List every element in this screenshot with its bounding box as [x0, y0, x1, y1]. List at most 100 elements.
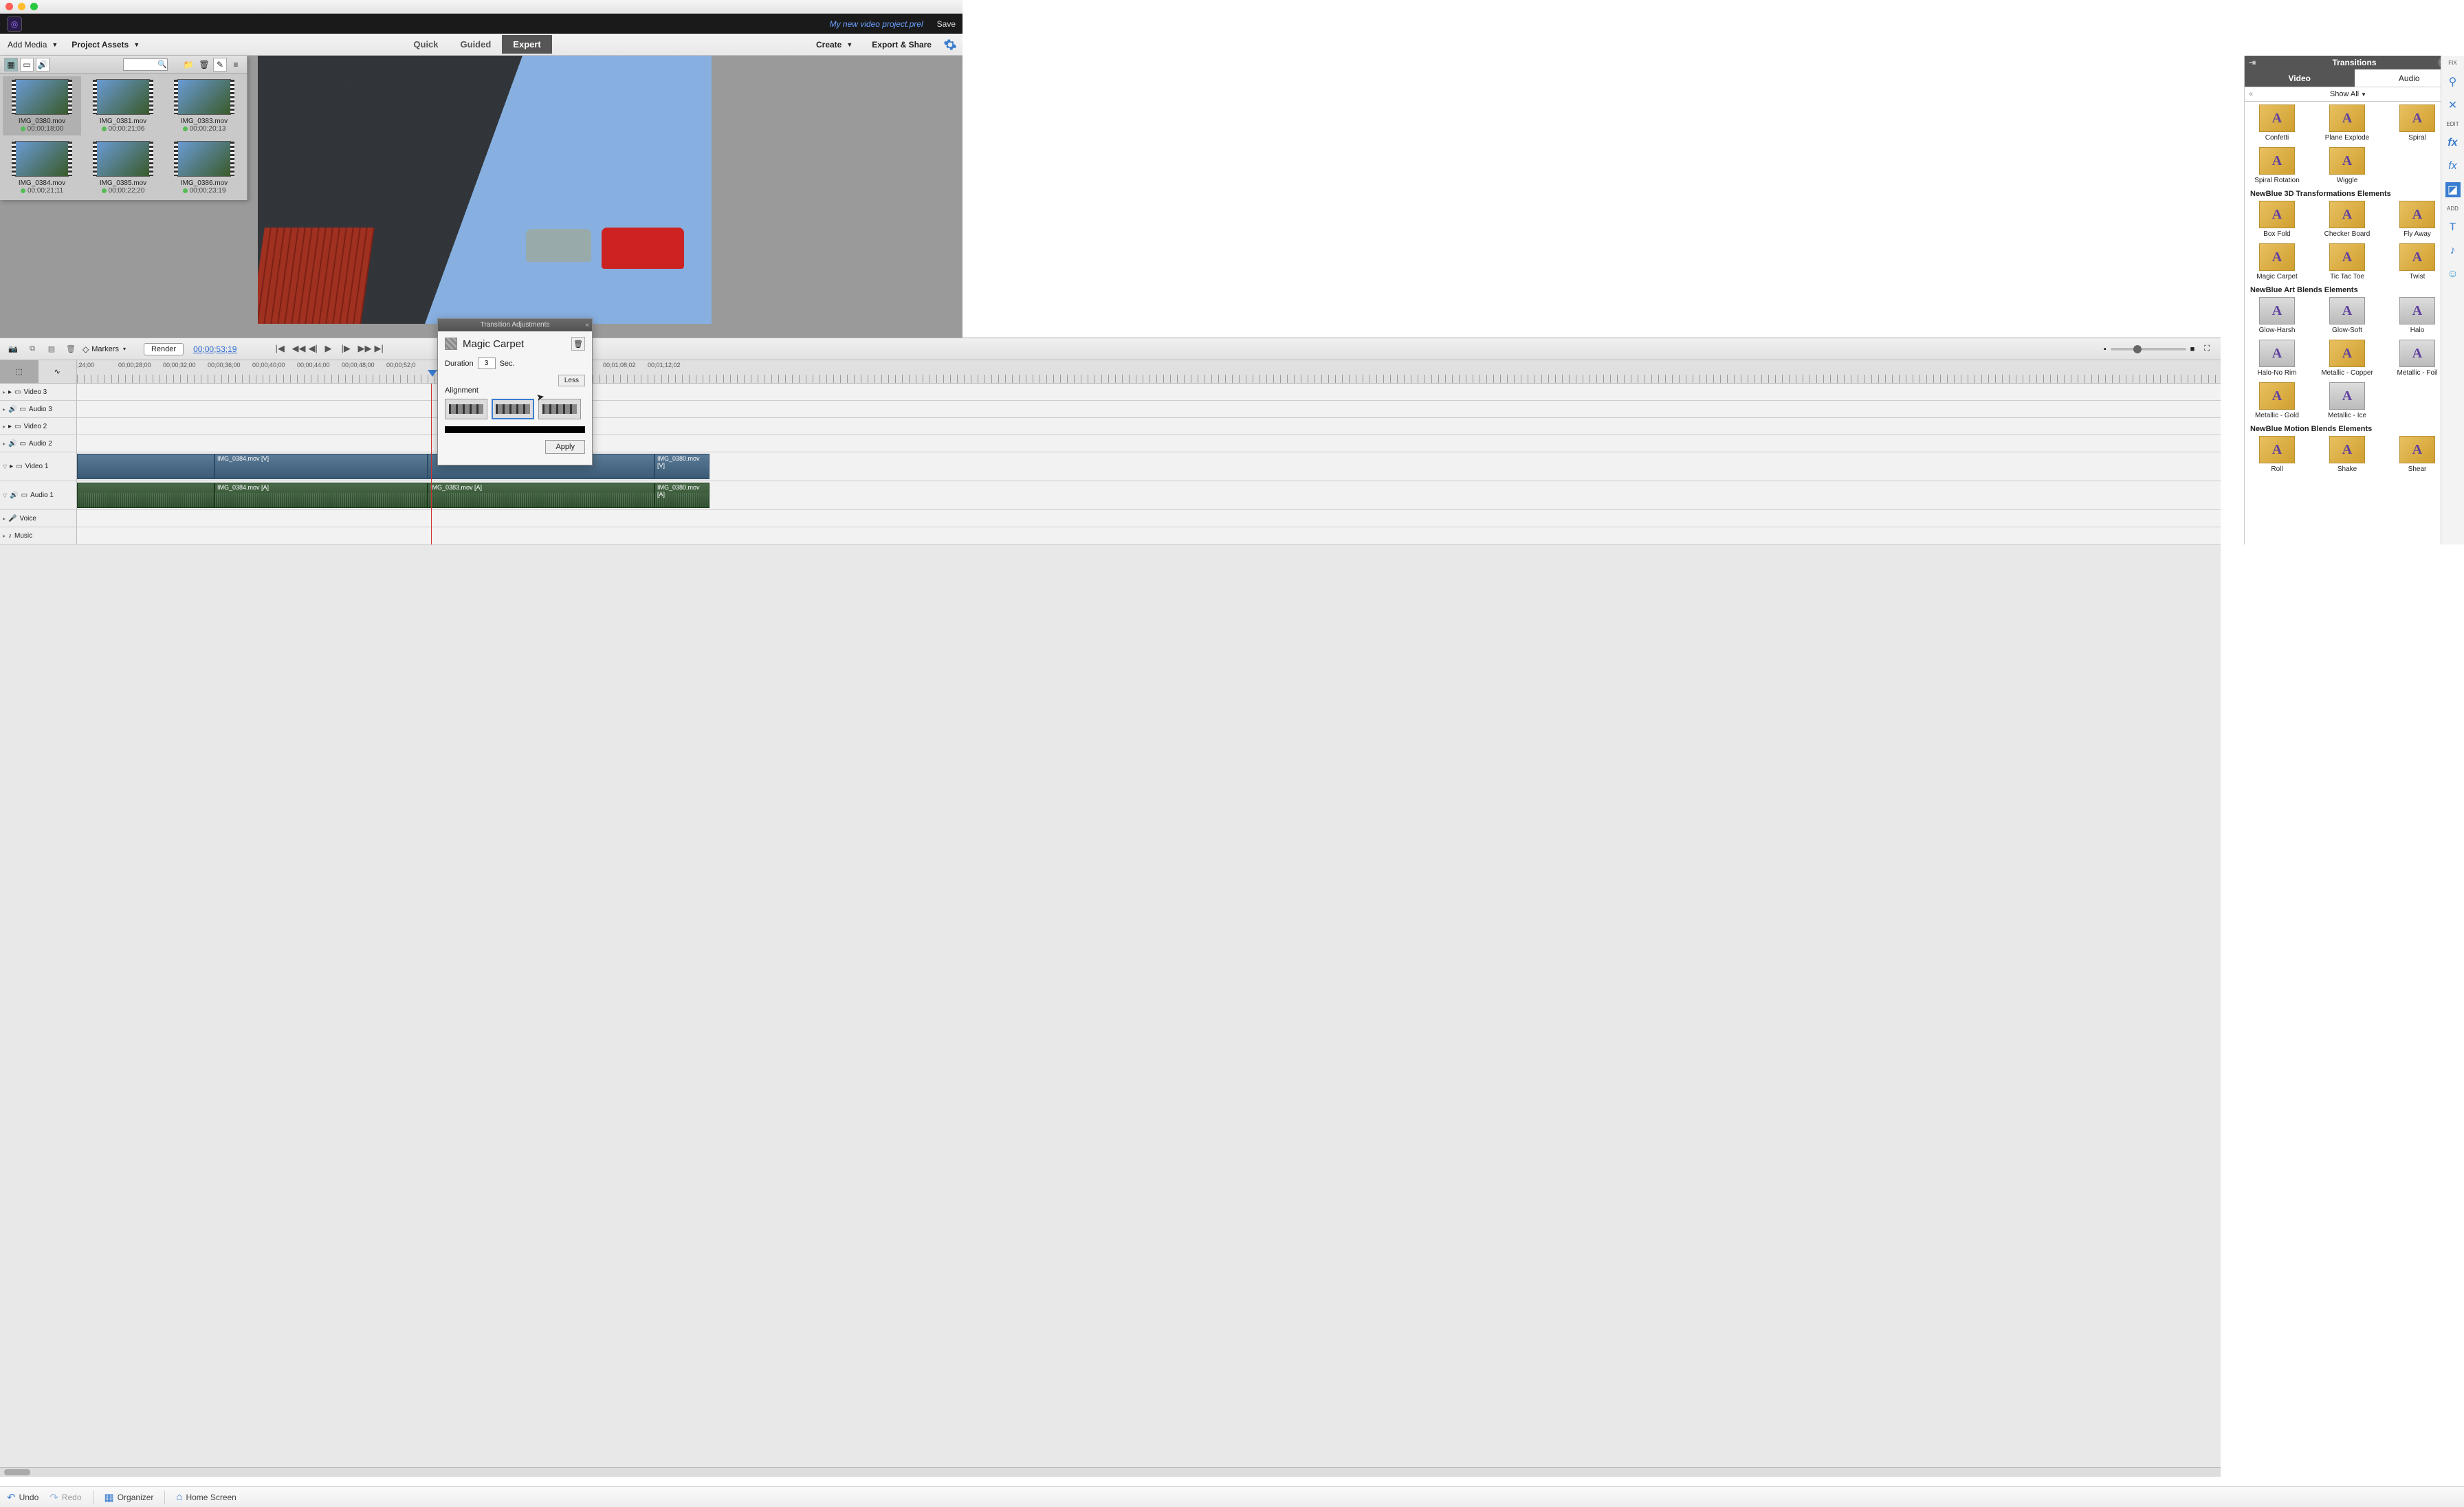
assets-search-icon[interactable]: 🔍: [157, 60, 167, 69]
assets-wand-icon[interactable]: ✎: [213, 58, 227, 72]
minimize-window-icon[interactable]: [18, 3, 25, 10]
render-button[interactable]: Render: [144, 343, 184, 355]
goto-end-icon[interactable]: ▶|: [374, 343, 386, 355]
panel-expand-icon[interactable]: ⇥: [2249, 58, 2256, 67]
project-assets-panel: ▦ ▭ 🔊 🔍 📁 🗑 ✎ ≡ IMG_0380.mov 00;00;18;00…: [0, 56, 248, 200]
transition-swatch: A: [2329, 340, 2365, 367]
transition-item[interactable]: AMetallic - Copper: [2320, 340, 2374, 377]
dialog-close-icon[interactable]: ×: [585, 320, 589, 332]
zoom-in-icon[interactable]: ■: [2190, 345, 2195, 353]
preview-canvas[interactable]: [258, 56, 712, 324]
strip-fx2-icon[interactable]: fx: [2445, 159, 2461, 174]
mode-guided[interactable]: Guided: [450, 35, 503, 54]
transition-item[interactable]: ASpiral: [2390, 104, 2444, 142]
ruler-mode-time-icon[interactable]: ⬚: [0, 360, 38, 383]
zoom-window-icon[interactable]: [30, 3, 38, 10]
strip-titles-icon[interactable]: T: [2445, 220, 2461, 235]
transition-item[interactable]: AMagic Carpet: [2250, 243, 2304, 280]
strip-adjust-icon[interactable]: ⚲: [2445, 74, 2461, 89]
assets-trash-icon[interactable]: 🗑: [197, 58, 211, 72]
current-timecode[interactable]: 00;00;53;19: [193, 344, 236, 354]
strip-fx-icon[interactable]: fx: [2445, 135, 2461, 151]
transition-item[interactable]: ARoll: [2250, 436, 2304, 473]
transition-delete-icon[interactable]: 🗑: [571, 337, 585, 351]
tab-video[interactable]: Video: [2245, 69, 2355, 87]
settings-gear-icon[interactable]: [943, 38, 957, 52]
redo-button[interactable]: ↷Redo: [50, 1491, 81, 1504]
duration-input[interactable]: [478, 358, 496, 369]
asset-clip[interactable]: IMG_0384.mov 00;00;21;11: [3, 138, 81, 197]
project-assets-button[interactable]: Project Assets▼: [65, 36, 146, 53]
transition-item[interactable]: AChecker Board: [2320, 201, 2374, 238]
transition-item[interactable]: AMetallic - Gold: [2250, 382, 2304, 419]
asset-clip[interactable]: IMG_0383.mov 00;00;20;13: [165, 76, 243, 135]
duplicate-icon[interactable]: ⧉: [25, 342, 40, 357]
transition-category: NewBlue 3D Transformations Elements: [2250, 190, 2458, 198]
mode-quick[interactable]: Quick: [402, 35, 449, 54]
align-center-option[interactable]: [492, 399, 534, 419]
strip-tools-icon[interactable]: ✕: [2445, 98, 2461, 113]
transitions-list[interactable]: AConfetti APlane Explode ASpiral ASpiral Ro…: [2245, 102, 2464, 544]
add-media-button[interactable]: Add Media▼: [1, 36, 64, 53]
asset-clip[interactable]: IMG_0386.mov 00;00;23;19: [165, 138, 243, 197]
timeline-trash-icon[interactable]: 🗑: [63, 342, 78, 357]
assets-folder-icon[interactable]: 📁: [182, 58, 195, 72]
create-button[interactable]: Create▼: [810, 36, 859, 53]
transition-item[interactable]: AFly Away: [2390, 201, 2444, 238]
transition-item[interactable]: ABox Fold: [2250, 201, 2304, 238]
zoom-slider[interactable]: [2111, 348, 2186, 351]
save-button[interactable]: Save: [937, 19, 956, 29]
snapshot-icon[interactable]: 📷: [6, 342, 21, 357]
undo-button[interactable]: ↶Undo: [7, 1491, 38, 1504]
mode-expert[interactable]: Expert: [502, 35, 551, 54]
step-back-icon[interactable]: ◀|: [308, 343, 320, 355]
transition-label: Halo-No Rim: [2250, 369, 2304, 377]
export-share-button[interactable]: Export & Share: [866, 36, 938, 53]
dialog-titlebar[interactable]: Transition Adjustments ×: [438, 319, 592, 331]
markers-dropdown[interactable]: ◇Markers▾: [82, 344, 126, 354]
asset-clip[interactable]: IMG_0381.mov 00;00;21;06: [84, 76, 162, 135]
transition-item[interactable]: AGlow-Soft: [2320, 297, 2374, 334]
transition-item[interactable]: ATwist: [2390, 243, 2444, 280]
zoom-out-icon[interactable]: ▪: [2104, 345, 2106, 353]
transition-item[interactable]: AShear: [2390, 436, 2444, 473]
transition-item[interactable]: AConfetti: [2250, 104, 2304, 142]
organizer-button[interactable]: ▦Organizer: [104, 1491, 154, 1504]
assets-audio-icon[interactable]: 🔊: [36, 58, 50, 72]
strip-smiley-icon[interactable]: ☺: [2445, 267, 2461, 282]
align-left-option[interactable]: [445, 399, 487, 419]
assets-menu-icon[interactable]: ≡: [229, 58, 243, 72]
transition-item[interactable]: APlane Explode: [2320, 104, 2374, 142]
transition-item[interactable]: AGlow-Harsh: [2250, 297, 2304, 334]
fullscreen-icon[interactable]: ⛶: [2204, 344, 2210, 353]
transition-item[interactable]: ASpiral Rotation: [2250, 147, 2304, 184]
strip-transitions-icon[interactable]: ◪: [2445, 182, 2461, 197]
transition-swatch: A: [2259, 147, 2295, 175]
transition-item[interactable]: AWiggle: [2320, 147, 2374, 184]
step-fwd-icon[interactable]: |▶: [341, 343, 353, 355]
transition-item[interactable]: AShake: [2320, 436, 2374, 473]
transition-item[interactable]: AHalo: [2390, 297, 2444, 334]
goto-start-icon[interactable]: |◀: [275, 343, 287, 355]
assets-image-icon[interactable]: ▭: [20, 58, 34, 72]
play-icon[interactable]: ▶: [324, 343, 337, 355]
transition-item[interactable]: AHalo-No Rim: [2250, 340, 2304, 377]
ruler-mode-audio-icon[interactable]: ∿: [38, 360, 77, 383]
home-screen-button[interactable]: ⌂Home Screen: [176, 1491, 236, 1503]
timeline-scrollbar[interactable]: [0, 1467, 2221, 1477]
asset-clip[interactable]: IMG_0385.mov 00;00;22;20: [84, 138, 162, 197]
asset-clip[interactable]: IMG_0380.mov 00;00;18;00: [3, 76, 81, 135]
strip-music-icon[interactable]: ♪: [2445, 243, 2461, 258]
apply-button[interactable]: Apply: [545, 440, 585, 454]
transition-item[interactable]: ATic Tac Toe: [2320, 243, 2374, 280]
timeline-ruler[interactable]: ⬚ ∿ ;24;0000;00;28;0000;00;32;0000;00;36…: [0, 360, 2221, 384]
rewind-icon[interactable]: ◀◀: [292, 343, 304, 355]
assets-grid-view-icon[interactable]: ▦: [4, 58, 18, 72]
transition-item[interactable]: AMetallic - Foil: [2390, 340, 2444, 377]
properties-icon[interactable]: ▤: [44, 342, 59, 357]
close-window-icon[interactable]: [6, 3, 13, 10]
filter-dropdown[interactable]: Show All: [2330, 90, 2359, 98]
ffwd-icon[interactable]: ▶▶: [358, 343, 370, 355]
less-button[interactable]: Less: [558, 375, 585, 386]
transition-item[interactable]: AMetallic - Ice: [2320, 382, 2374, 419]
